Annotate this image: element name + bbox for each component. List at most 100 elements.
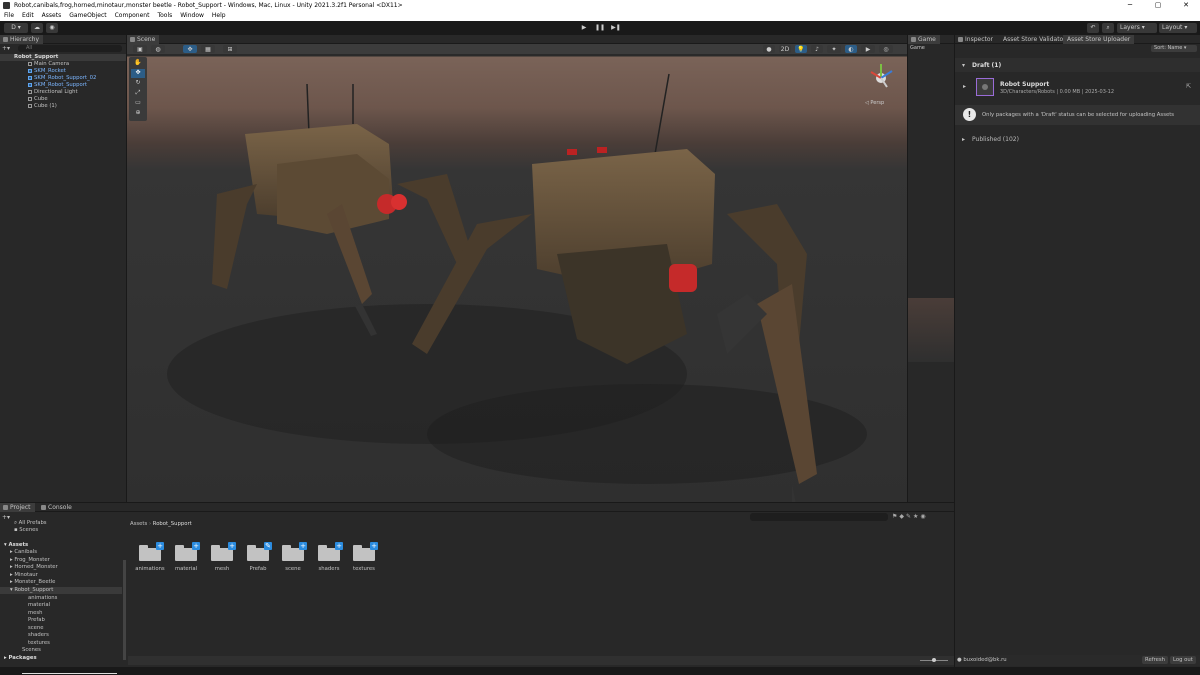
sort-dropdown[interactable]: Sort: Name ▾: [1151, 45, 1197, 52]
tab-hierarchy[interactable]: Hierarchy: [0, 35, 44, 44]
package-row[interactable]: ▸ Robot Support 3D/Characters/Robots | 0…: [955, 75, 1200, 99]
open-external-icon[interactable]: ⇱: [1186, 83, 1191, 90]
hierarchy-item-directional-light[interactable]: Directional Light: [0, 89, 126, 96]
hierarchy-item-main-camera[interactable]: Main Camera: [0, 61, 126, 68]
tree-shaders[interactable]: shaders: [28, 632, 49, 639]
account-dropdown[interactable]: D ▾: [4, 23, 28, 33]
shading-tool-icon[interactable]: ▣: [133, 45, 147, 53]
camera-icon[interactable]: ▶: [861, 45, 875, 53]
tree-minotaur[interactable]: ▸ Minotaur: [10, 572, 38, 579]
tab-inspector[interactable]: Inspector: [955, 35, 997, 44]
published-section-header[interactable]: ▸ Published (102): [955, 132, 1200, 146]
move-tool-icon[interactable]: ✥: [131, 69, 145, 78]
tab-scene[interactable]: Scene: [127, 35, 160, 44]
folder-textures[interactable]: +: [353, 542, 378, 561]
tab-console[interactable]: Console: [38, 503, 76, 512]
cloud-icon[interactable]: ☁: [31, 23, 43, 33]
favorite-scenes[interactable]: ▪ Scenes: [14, 527, 38, 534]
tree-animations[interactable]: animations: [28, 595, 57, 602]
hierarchy-item-skm-robot-support-02[interactable]: SKM_Robot_Support_02: [0, 75, 126, 82]
lighting-icon[interactable]: 💡: [795, 45, 807, 53]
scene-root-row[interactable]: Robot_Support: [0, 54, 126, 61]
add-object-button[interactable]: +▾: [2, 45, 14, 52]
mode-2d-button[interactable]: 2D: [779, 45, 791, 53]
sphere-icon[interactable]: ●: [763, 45, 775, 53]
create-asset-button[interactable]: +▾: [2, 514, 14, 521]
play-button[interactable]: ▶: [578, 23, 590, 33]
close-button[interactable]: ✕: [1172, 0, 1200, 11]
tree-robot-support[interactable]: ▾ Robot_Support: [0, 587, 122, 594]
icon-size-slider[interactable]: [920, 658, 948, 662]
gizmos-icon[interactable]: ◎: [879, 45, 893, 53]
menu-file[interactable]: File: [0, 11, 18, 21]
tab-asset-store-uploader[interactable]: Asset Store Uploader: [1063, 35, 1135, 44]
favorite-all-prefabs[interactable]: ⌕ All Prefabs: [14, 520, 47, 527]
tree-packages[interactable]: ▸ Packages: [4, 655, 37, 662]
tab-asset-store-validator[interactable]: Asset Store Validator: [999, 35, 1070, 44]
menu-tools[interactable]: Tools: [153, 11, 176, 21]
tab-game[interactable]: Game: [908, 35, 940, 44]
draft-section-header[interactable]: ▾ Draft (1): [955, 58, 1200, 72]
step-button[interactable]: ▶❚: [610, 23, 622, 33]
breadcrumb-robot-support[interactable]: Robot_Support: [153, 521, 192, 527]
hierarchy-search-input[interactable]: All: [18, 45, 122, 52]
layers-dropdown[interactable]: Layers ▾: [1117, 23, 1157, 33]
menu-gameobject[interactable]: GameObject: [65, 11, 110, 21]
tree-textures[interactable]: textures: [28, 640, 50, 647]
maximize-button[interactable]: ▢: [1144, 0, 1172, 11]
hierarchy-item-skm-robot-support[interactable]: SKM_Robot_Support: [0, 82, 126, 89]
axis-gizmo-icon[interactable]: [867, 62, 897, 92]
history-icon[interactable]: ↶: [1087, 23, 1099, 33]
folder-scene[interactable]: +: [282, 542, 307, 561]
folder-prefab[interactable]: ✎: [247, 542, 272, 561]
tree-material[interactable]: material: [28, 602, 50, 609]
grid-icon[interactable]: ▦: [201, 45, 215, 53]
move-snap-icon[interactable]: ✥: [183, 45, 197, 53]
layout-dropdown[interactable]: Layout ▾: [1159, 23, 1197, 33]
menu-help[interactable]: Help: [208, 11, 230, 21]
transform-tool-icon[interactable]: ⊕: [131, 109, 145, 118]
game-display-dropdown[interactable]: Game: [910, 45, 950, 52]
tree-prefab[interactable]: Prefab: [28, 617, 45, 624]
minimize-button[interactable]: ─: [1116, 0, 1144, 11]
pause-button[interactable]: ❚❚: [594, 23, 606, 33]
refresh-button[interactable]: Refresh: [1142, 656, 1169, 664]
draw-mode-icon[interactable]: ◍: [151, 45, 165, 53]
tab-project[interactable]: Project: [0, 503, 35, 512]
hierarchy-item-cube-1[interactable]: Cube (1): [0, 103, 126, 110]
visibility-icon[interactable]: ◐: [845, 45, 857, 53]
tree-scenes[interactable]: Scenes: [22, 647, 41, 654]
tree-scrollbar[interactable]: [123, 560, 126, 660]
collab-icon[interactable]: ◉: [46, 23, 58, 33]
folder-material[interactable]: +: [175, 542, 200, 561]
tree-mesh[interactable]: mesh: [28, 610, 43, 617]
persp-label[interactable]: ◁ Persp: [865, 100, 884, 106]
rotate-tool-icon[interactable]: ↻: [131, 79, 145, 88]
increment-icon[interactable]: ⊞: [223, 45, 237, 53]
tree-canibals[interactable]: ▸ Canibals: [10, 549, 37, 556]
tree-monster-beetle[interactable]: ▸ Monster_Beetle: [10, 579, 55, 586]
audio-icon[interactable]: ♪: [811, 45, 823, 53]
menu-edit[interactable]: Edit: [18, 11, 38, 21]
tree-assets[interactable]: ▾ Assets: [4, 542, 28, 549]
hierarchy-item-cube[interactable]: Cube: [0, 96, 126, 103]
breadcrumb-assets[interactable]: Assets: [130, 521, 147, 527]
hand-tool-icon[interactable]: ✋: [131, 59, 145, 68]
tree-scene[interactable]: scene: [28, 625, 44, 632]
tree-horned-monster[interactable]: ▸ Horned_Monster: [10, 564, 58, 571]
folder-shaders[interactable]: +: [318, 542, 343, 561]
hierarchy-item-skm-rocket[interactable]: SKM_Rocket: [0, 68, 126, 75]
logout-button[interactable]: Log out: [1170, 656, 1196, 664]
project-search-input[interactable]: [750, 513, 888, 521]
menu-component[interactable]: Component: [111, 11, 154, 21]
folder-animations[interactable]: +: [139, 542, 164, 561]
scale-tool-icon[interactable]: ⤢: [131, 89, 145, 98]
search-icon[interactable]: ⌕: [1102, 23, 1114, 33]
rect-tool-icon[interactable]: ▭: [131, 99, 145, 108]
menu-assets[interactable]: Assets: [38, 11, 66, 21]
tree-frog-monster[interactable]: ▸ Frog_Monster: [10, 557, 50, 564]
folder-mesh[interactable]: +: [211, 542, 236, 561]
menu-window[interactable]: Window: [176, 11, 208, 21]
fx-icon[interactable]: ✦: [827, 45, 841, 53]
project-filter-icons[interactable]: ⚑◆✎★◉: [892, 513, 952, 521]
